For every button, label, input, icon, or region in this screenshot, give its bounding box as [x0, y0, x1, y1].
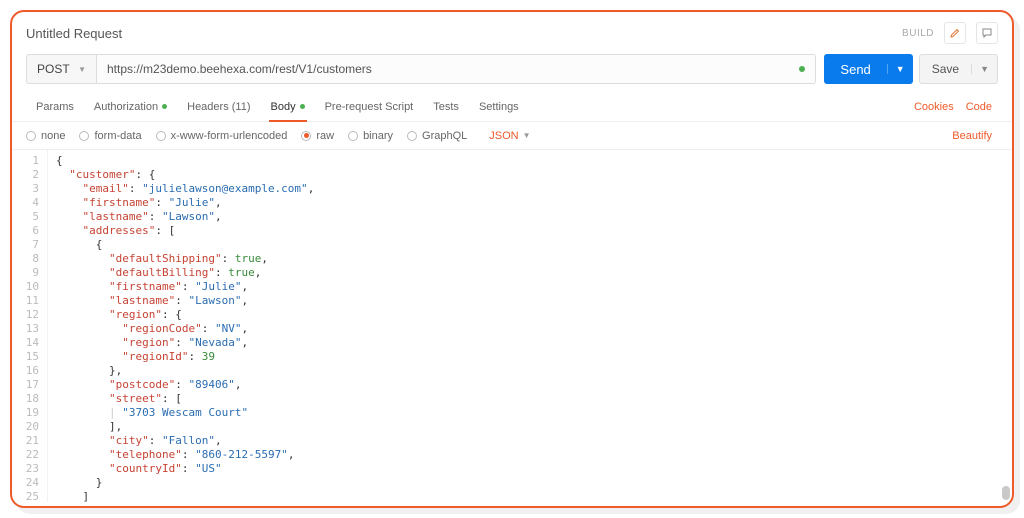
titlebar: Untitled Request BUILD [12, 12, 1012, 48]
scrollbar-thumb[interactable] [1002, 486, 1010, 500]
save-label: Save [920, 62, 971, 76]
format-select[interactable]: JSON ▼ [489, 130, 530, 142]
radio-xwww[interactable]: x-www-form-urlencoded [156, 130, 288, 142]
request-body-editor[interactable]: 1234567891011121314151617181920212223242… [12, 150, 1012, 506]
build-label: BUILD [902, 28, 934, 39]
titlebar-actions: BUILD [902, 22, 998, 44]
scrollbar[interactable] [1002, 154, 1010, 502]
request-title[interactable]: Untitled Request [26, 26, 122, 41]
radio-raw[interactable]: raw [301, 130, 334, 142]
url-text: https://m23demo.beehexa.com/rest/V1/cust… [107, 62, 372, 76]
radio-none[interactable]: none [26, 130, 65, 142]
body-type-row: none form-data x-www-form-urlencoded raw… [12, 122, 1012, 150]
send-label: Send [824, 62, 886, 77]
request-tabs: Params Authorization Headers (11) Body P… [12, 92, 1012, 122]
dot-icon [162, 104, 167, 109]
chevron-down-icon[interactable]: ▼ [971, 64, 997, 74]
send-button[interactable]: Send ▼ [824, 54, 912, 84]
code-link[interactable]: Code [960, 101, 998, 113]
chevron-down-icon: ▼ [523, 131, 531, 140]
beautify-link[interactable]: Beautify [946, 130, 998, 142]
cookies-link[interactable]: Cookies [908, 101, 960, 113]
request-row: POST ▼ https://m23demo.beehexa.com/rest/… [12, 48, 1012, 92]
radio-binary[interactable]: binary [348, 130, 393, 142]
code-content[interactable]: { "customer": { "email": "julielawson@ex… [48, 150, 322, 502]
url-input[interactable]: https://m23demo.beehexa.com/rest/V1/cust… [96, 54, 816, 84]
tab-body[interactable]: Body [261, 92, 315, 121]
edit-icon[interactable] [944, 22, 966, 44]
tab-headers[interactable]: Headers (11) [177, 92, 260, 121]
tab-tests[interactable]: Tests [423, 92, 469, 121]
chevron-down-icon: ▼ [78, 65, 86, 74]
chevron-down-icon[interactable]: ▼ [887, 64, 913, 74]
tab-params[interactable]: Params [26, 92, 84, 121]
tab-prerequest[interactable]: Pre-request Script [315, 92, 424, 121]
method-select[interactable]: POST ▼ [26, 54, 96, 84]
status-dot [799, 66, 805, 72]
line-gutter: 1234567891011121314151617181920212223242… [12, 150, 48, 502]
tab-authorization[interactable]: Authorization [84, 92, 177, 121]
comment-icon[interactable] [976, 22, 998, 44]
request-builder-panel: Untitled Request BUILD POST ▼ https://m2… [10, 10, 1014, 508]
method-label: POST [37, 62, 70, 76]
dot-icon [300, 104, 305, 109]
tab-settings[interactable]: Settings [469, 92, 529, 121]
save-button[interactable]: Save ▼ [919, 54, 998, 84]
radio-graphql[interactable]: GraphQL [407, 130, 467, 142]
radio-formdata[interactable]: form-data [79, 130, 141, 142]
